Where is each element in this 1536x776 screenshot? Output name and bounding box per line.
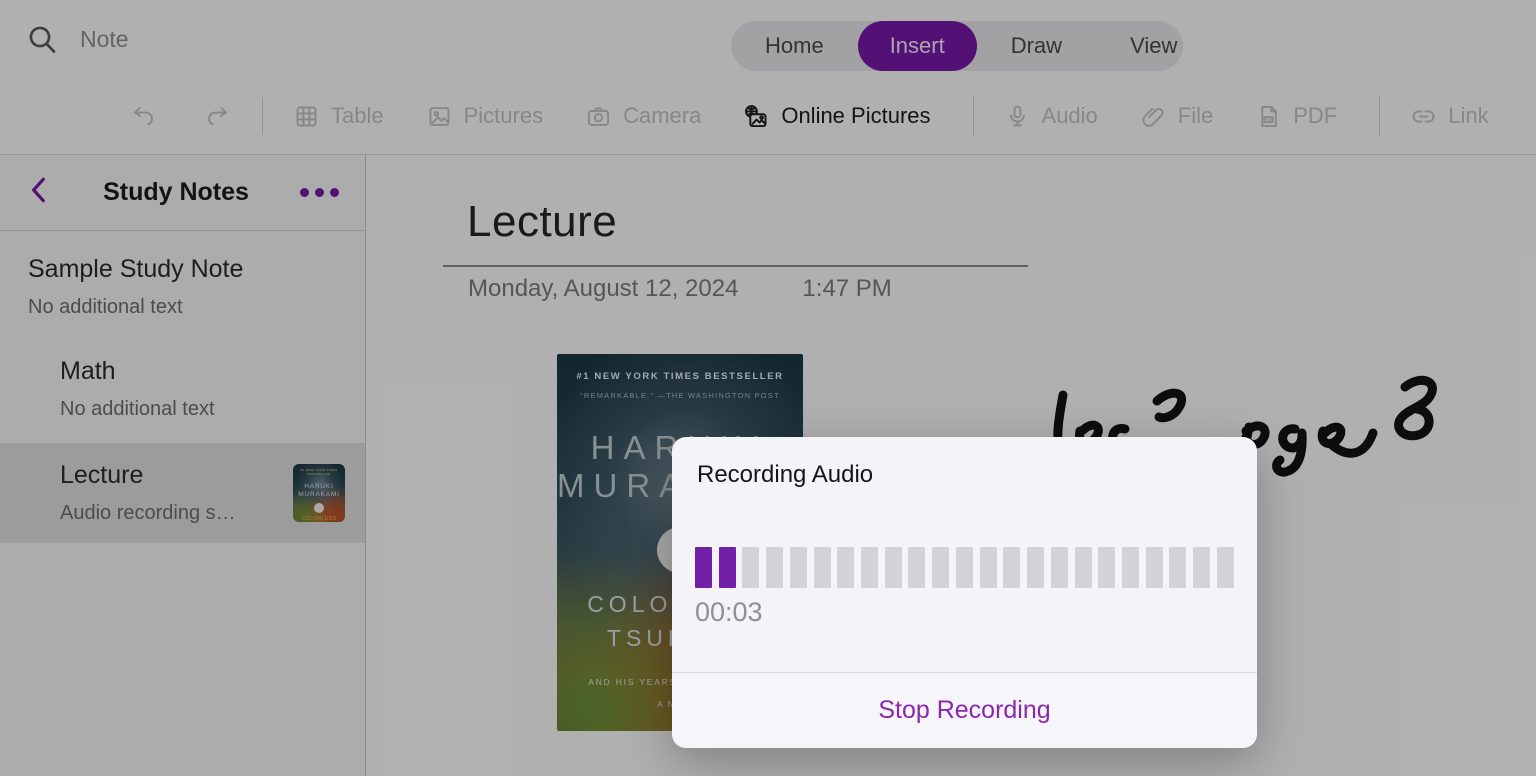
audio-level-bar (884, 547, 902, 588)
audio-level-bar (955, 547, 973, 588)
audio-level-bar (766, 547, 784, 588)
audio-level-bar (1216, 547, 1234, 588)
dialog-title: Recording Audio (697, 461, 874, 488)
audio-level-bar (1145, 547, 1163, 588)
recording-audio-dialog: Recording Audio 00:03 Stop Recording (672, 437, 1257, 748)
stop-recording-button[interactable]: Stop Recording (672, 673, 1257, 748)
audio-level-bar (1098, 547, 1116, 588)
audio-level-bar (1050, 547, 1068, 588)
elapsed-time: 00:03 (695, 597, 763, 627)
audio-level-bar (1169, 547, 1187, 588)
audio-level-bar (789, 547, 807, 588)
audio-level-bar (932, 547, 950, 588)
audio-level-bar-active (718, 547, 736, 588)
audio-level-bar (908, 547, 926, 588)
audio-level-bar (813, 547, 831, 588)
audio-level-bar (1003, 547, 1021, 588)
audio-level-bar (979, 547, 997, 588)
audio-level-bar (861, 547, 879, 588)
audio-level-bar (1074, 547, 1092, 588)
audio-level-bar (1027, 547, 1045, 588)
audio-level-meter (695, 547, 1234, 588)
audio-level-bar (742, 547, 760, 588)
audio-level-bar (1193, 547, 1211, 588)
audio-level-bar (837, 547, 855, 588)
audio-level-bar (1121, 547, 1139, 588)
audio-level-bar-active (695, 547, 712, 588)
